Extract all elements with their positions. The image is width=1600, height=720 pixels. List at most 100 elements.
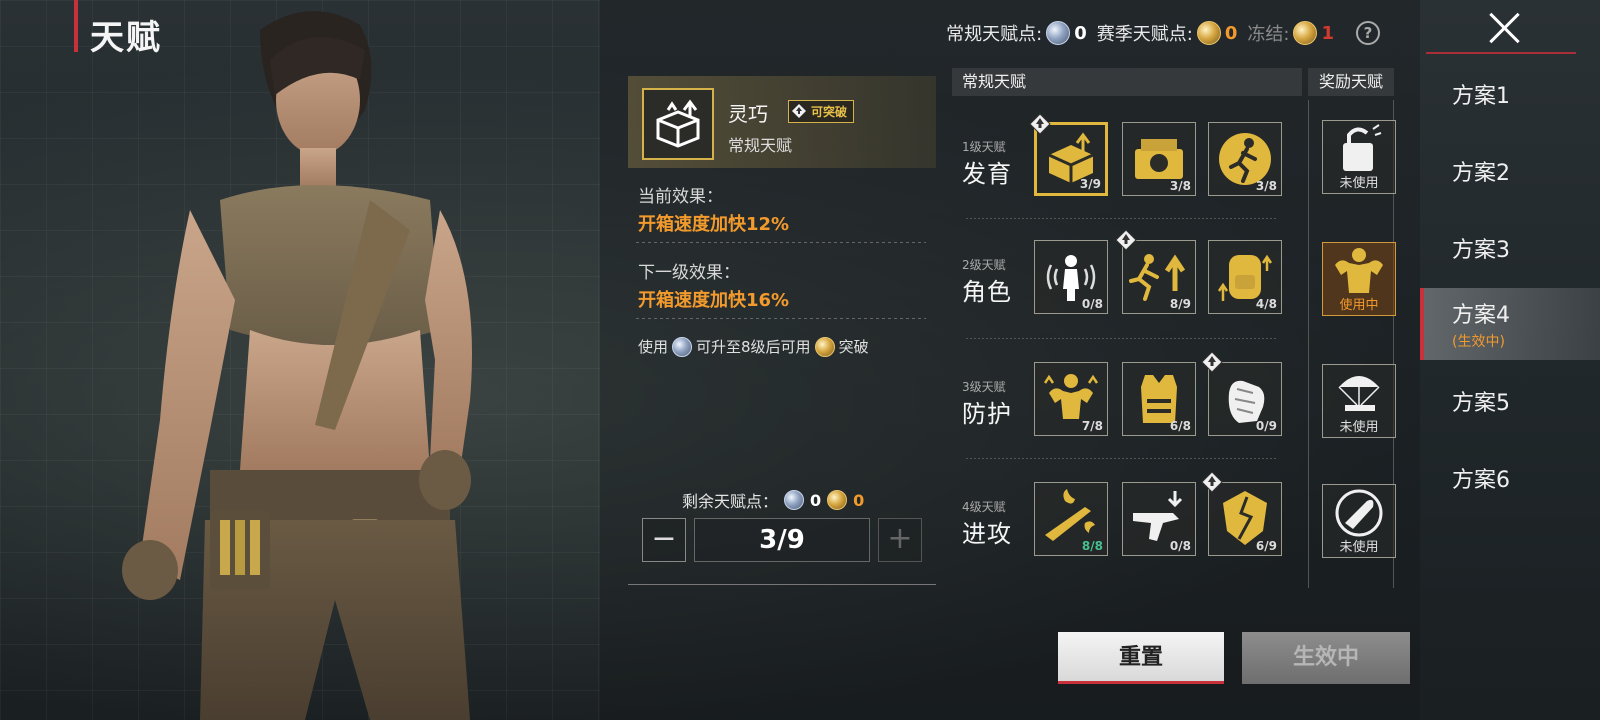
- breakthrough-icon: [1029, 113, 1051, 135]
- breakthrough-hint: 使用 可升至8级后可用 突破: [638, 336, 869, 357]
- gold-coin-icon: [1196, 21, 1221, 45]
- bonus-talent-slot[interactable]: 未使用: [1322, 484, 1396, 558]
- tier-separator: [966, 458, 1276, 459]
- frozen-points-value: 1: [1321, 22, 1334, 44]
- tier-name: 防护: [962, 400, 1012, 428]
- talent-slot[interactable]: 3/8: [1208, 122, 1282, 196]
- bonus-status: 使用中: [1339, 298, 1379, 313]
- next-effect-label: 下一级效果：: [638, 263, 740, 283]
- tier-name: 进攻: [962, 520, 1012, 548]
- character-illustration: [110, 0, 540, 720]
- plan-3[interactable]: 方案3: [1420, 209, 1600, 286]
- talent-detail-header: 灵巧 可突破 常规天赋: [628, 76, 936, 168]
- talent-count: 3/8: [1255, 179, 1277, 193]
- season-points-label: 赛季天赋点:: [1096, 24, 1193, 45]
- frozen-points: 冻结: 1: [1247, 20, 1334, 46]
- supply-crate-upgrade-icon: [642, 88, 714, 160]
- talent-count: 0/9: [1255, 419, 1277, 433]
- active-button[interactable]: 生效中: [1242, 632, 1410, 684]
- silver-coin-icon: [672, 336, 693, 357]
- talent-slot[interactable]: 3/8: [1122, 122, 1196, 196]
- silver-coin-icon: [784, 490, 805, 510]
- plan-6[interactable]: 方案6: [1420, 439, 1600, 516]
- breakthrough-icon: [1201, 471, 1223, 493]
- current-effect-value: 开箱速度加快12%: [638, 214, 790, 235]
- talent-slot[interactable]: 7/8: [1034, 362, 1108, 436]
- bullet-circle-icon: [1323, 485, 1395, 541]
- bonus-talent-slot[interactable]: 未使用: [1322, 120, 1396, 194]
- points-bar: 常规天赋点: 0 赛季天赋点: 0 冻结: 1 ?: [946, 20, 1380, 46]
- plan-label: 方案6: [1452, 467, 1510, 493]
- tier-3: 3级天赋 防护 7/8 6/8 0/9: [952, 351, 1292, 442]
- bonus-talents-header: 奖励天赋: [1308, 68, 1394, 96]
- strongman-icon: [1323, 243, 1395, 299]
- remaining-gold-value: 0: [853, 490, 865, 510]
- bonus-status: 未使用: [1339, 176, 1379, 191]
- plan-4[interactable]: 方案4 (生效中): [1420, 288, 1600, 360]
- talent-slot[interactable]: 6/8: [1122, 362, 1196, 436]
- bonus-talent-slot[interactable]: 未使用: [1322, 364, 1396, 438]
- next-effect-value: 开箱速度加快16%: [638, 290, 790, 311]
- regular-points-value: 0: [1074, 22, 1087, 44]
- talent-slot[interactable]: 8/8: [1034, 482, 1108, 556]
- use-prefix: 使用: [638, 338, 669, 356]
- talent-slot[interactable]: 0/8: [1034, 240, 1108, 314]
- plan-1[interactable]: 方案1: [1420, 55, 1600, 132]
- plans-sidebar: 方案1 方案2 方案3 方案4 (生效中) 方案5 方案6: [1420, 55, 1600, 516]
- decrease-button[interactable]: −: [642, 518, 686, 562]
- talent-count: 8/8: [1081, 539, 1103, 553]
- tier-level: 4级天赋: [962, 500, 1006, 514]
- tier-level: 3级天赋: [962, 380, 1006, 394]
- plan-2[interactable]: 方案2: [1420, 132, 1600, 209]
- talent-type: 常规天赋: [728, 136, 793, 155]
- talent-slot[interactable]: 0/8: [1122, 482, 1196, 556]
- close-button[interactable]: [1484, 8, 1524, 48]
- tier-1: 1级天赋 发育 3/9 3/8 3/8: [952, 113, 1292, 202]
- tier-name: 角色: [962, 278, 1012, 306]
- season-points-value: 0: [1224, 22, 1238, 44]
- tier-level: 2级天赋: [962, 258, 1006, 272]
- close-underline: [1426, 52, 1576, 54]
- tier-name: 发育: [962, 160, 1012, 188]
- tier-level: 1级天赋: [962, 140, 1006, 154]
- title-accent-bar: [74, 0, 78, 52]
- breakthrough-icon: [791, 103, 807, 119]
- breakthrough-badge: 可突破: [788, 100, 855, 123]
- talent-slot[interactable]: 4/8: [1208, 240, 1282, 314]
- talent-count: 3/9: [1079, 177, 1101, 191]
- level-value: 3/9: [694, 518, 870, 562]
- talent-detail-panel: 灵巧 可突破 常规天赋 当前效果： 开箱速度加快12% 下一级效果： 开箱速度加…: [628, 72, 936, 590]
- plan-label: 方案4: [1452, 303, 1510, 328]
- use-middle: 可升至8级后可用: [696, 338, 811, 356]
- gold-coin-icon: [827, 490, 848, 510]
- gold-coin-icon: [1293, 21, 1318, 45]
- regular-points: 常规天赋点: 0: [946, 20, 1087, 46]
- plan-label: 方案1: [1452, 83, 1510, 109]
- talent-slot[interactable]: 0/9: [1201, 351, 1282, 436]
- remaining-silver-value: 0: [810, 490, 822, 510]
- regular-talents-header: 常规天赋: [952, 68, 1302, 96]
- talent-count: 7/8: [1081, 419, 1103, 433]
- divider: [636, 242, 926, 243]
- silver-coin-icon: [1046, 21, 1071, 45]
- reset-button[interactable]: 重置: [1058, 632, 1224, 684]
- bonus-talent-slot[interactable]: 使用中: [1322, 242, 1396, 316]
- talent-slot[interactable]: 8/9: [1115, 229, 1196, 314]
- talent-count: 6/9: [1255, 539, 1277, 553]
- regular-points-label: 常规天赋点:: [946, 24, 1043, 45]
- increase-button[interactable]: +: [878, 518, 922, 562]
- talent-slot[interactable]: 6/9: [1201, 471, 1282, 556]
- talent-count: 6/8: [1169, 419, 1191, 433]
- level-stepper: − 3/9 +: [642, 518, 922, 562]
- remaining-points-label: 剩余天赋点：: [682, 492, 779, 511]
- frozen-points-label: 冻结:: [1247, 24, 1290, 45]
- detail-bottom-line: [628, 584, 936, 585]
- plan-5[interactable]: 方案5: [1420, 362, 1600, 439]
- tier-2: 2级天赋 角色 0/8 8/9 4/8: [952, 229, 1292, 320]
- bonus-status: 未使用: [1339, 420, 1379, 435]
- plan-label: 方案2: [1452, 160, 1510, 186]
- parachute-gun-icon: [1323, 365, 1395, 421]
- talent-count: 0/8: [1081, 297, 1103, 311]
- talent-slot[interactable]: 3/9: [1029, 113, 1108, 196]
- help-icon[interactable]: ?: [1356, 21, 1380, 45]
